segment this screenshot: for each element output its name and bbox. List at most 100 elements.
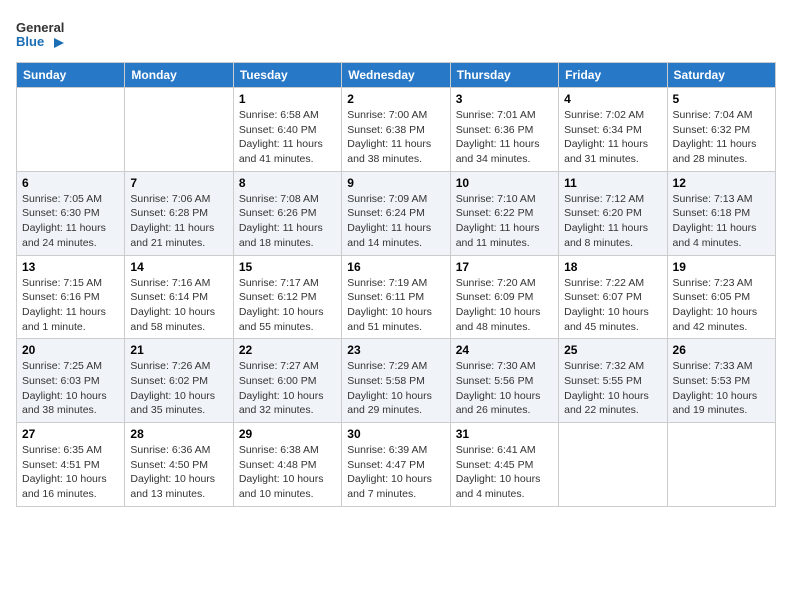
day-number: 31	[456, 427, 553, 441]
day-info: Sunrise: 7:02 AM Sunset: 6:34 PM Dayligh…	[564, 108, 661, 167]
page-header: General Blue	[16, 16, 776, 52]
day-info: Sunrise: 6:58 AM Sunset: 6:40 PM Dayligh…	[239, 108, 336, 167]
calendar-cell: 10 Sunrise: 7:10 AM Sunset: 6:22 PM Dayli…	[450, 171, 558, 255]
day-info: Sunrise: 6:41 AM Sunset: 4:45 PM Dayligh…	[456, 443, 553, 502]
day-info: Sunrise: 7:33 AM Sunset: 5:53 PM Dayligh…	[673, 359, 770, 418]
logo: General Blue	[16, 16, 64, 52]
day-number: 12	[673, 176, 770, 190]
day-info: Sunrise: 6:39 AM Sunset: 4:47 PM Dayligh…	[347, 443, 444, 502]
day-info: Sunrise: 7:00 AM Sunset: 6:38 PM Dayligh…	[347, 108, 444, 167]
day-number: 24	[456, 343, 553, 357]
day-number: 11	[564, 176, 661, 190]
day-header-monday: Monday	[125, 63, 233, 88]
day-number: 21	[130, 343, 227, 357]
day-number: 26	[673, 343, 770, 357]
day-number: 19	[673, 260, 770, 274]
day-number: 14	[130, 260, 227, 274]
calendar-cell: 16 Sunrise: 7:19 AM Sunset: 6:11 PM Dayli…	[342, 255, 450, 339]
calendar-week-4: 20 Sunrise: 7:25 AM Sunset: 6:03 PM Dayli…	[17, 339, 776, 423]
calendar: SundayMondayTuesdayWednesdayThursdayFrid…	[16, 62, 776, 507]
calendar-cell	[17, 88, 125, 172]
calendar-cell: 1 Sunrise: 6:58 AM Sunset: 6:40 PM Daylig…	[233, 88, 341, 172]
calendar-cell: 18Sunrise: 7:22 AM Sunset: 6:07 PM Dayli…	[559, 255, 667, 339]
calendar-cell: 5 Sunrise: 7:04 AM Sunset: 6:32 PM Daylig…	[667, 88, 775, 172]
calendar-cell: 27 Sunrise: 6:35 AM Sunset: 4:51 PM Dayli…	[17, 423, 125, 507]
day-info: Sunrise: 7:17 AM Sunset: 6:12 PM Dayligh…	[239, 276, 336, 335]
calendar-cell: 14Sunrise: 7:16 AM Sunset: 6:14 PM Dayli…	[125, 255, 233, 339]
day-info: Sunrise: 7:23 AM Sunset: 6:05 PM Dayligh…	[673, 276, 770, 335]
calendar-cell: 21 Sunrise: 7:26 AM Sunset: 6:02 PM Dayli…	[125, 339, 233, 423]
day-number: 16	[347, 260, 444, 274]
calendar-cell: 2 Sunrise: 7:00 AM Sunset: 6:38 PM Daylig…	[342, 88, 450, 172]
day-info: Sunrise: 7:29 AM Sunset: 5:58 PM Dayligh…	[347, 359, 444, 418]
calendar-cell: 22Sunrise: 7:27 AM Sunset: 6:00 PM Dayli…	[233, 339, 341, 423]
day-header-tuesday: Tuesday	[233, 63, 341, 88]
calendar-cell: 4 Sunrise: 7:02 AM Sunset: 6:34 PM Daylig…	[559, 88, 667, 172]
calendar-cell: 19 Sunrise: 7:23 AM Sunset: 6:05 PM Dayli…	[667, 255, 775, 339]
calendar-cell: 17 Sunrise: 7:20 AM Sunset: 6:09 PM Dayli…	[450, 255, 558, 339]
calendar-cell: 25 Sunrise: 7:32 AM Sunset: 5:55 PM Dayli…	[559, 339, 667, 423]
day-number: 13	[22, 260, 119, 274]
day-number: 25	[564, 343, 661, 357]
day-number: 8	[239, 176, 336, 190]
calendar-cell: 20 Sunrise: 7:25 AM Sunset: 6:03 PM Dayli…	[17, 339, 125, 423]
calendar-cell	[559, 423, 667, 507]
calendar-week-3: 13Sunrise: 7:15 AM Sunset: 6:16 PM Dayli…	[17, 255, 776, 339]
day-number: 1	[239, 92, 336, 106]
calendar-cell: 6Sunrise: 7:05 AM Sunset: 6:30 PM Daylig…	[17, 171, 125, 255]
day-number: 29	[239, 427, 336, 441]
day-number: 27	[22, 427, 119, 441]
day-info: Sunrise: 7:10 AM Sunset: 6:22 PM Dayligh…	[456, 192, 553, 251]
svg-text:Blue: Blue	[16, 34, 44, 49]
calendar-body: 1 Sunrise: 6:58 AM Sunset: 6:40 PM Daylig…	[17, 88, 776, 507]
day-number: 17	[456, 260, 553, 274]
calendar-cell: 28Sunrise: 6:36 AM Sunset: 4:50 PM Dayli…	[125, 423, 233, 507]
day-info: Sunrise: 7:04 AM Sunset: 6:32 PM Dayligh…	[673, 108, 770, 167]
calendar-cell: 12Sunrise: 7:13 AM Sunset: 6:18 PM Dayli…	[667, 171, 775, 255]
day-info: Sunrise: 7:25 AM Sunset: 6:03 PM Dayligh…	[22, 359, 119, 418]
day-number: 15	[239, 260, 336, 274]
calendar-cell: 23Sunrise: 7:29 AM Sunset: 5:58 PM Dayli…	[342, 339, 450, 423]
calendar-cell: 31 Sunrise: 6:41 AM Sunset: 4:45 PM Dayli…	[450, 423, 558, 507]
calendar-cell: 3 Sunrise: 7:01 AM Sunset: 6:36 PM Daylig…	[450, 88, 558, 172]
day-info: Sunrise: 7:26 AM Sunset: 6:02 PM Dayligh…	[130, 359, 227, 418]
calendar-cell: 15 Sunrise: 7:17 AM Sunset: 6:12 PM Dayli…	[233, 255, 341, 339]
day-info: Sunrise: 7:32 AM Sunset: 5:55 PM Dayligh…	[564, 359, 661, 418]
day-number: 20	[22, 343, 119, 357]
day-info: Sunrise: 7:05 AM Sunset: 6:30 PM Dayligh…	[22, 192, 119, 251]
calendar-week-2: 6Sunrise: 7:05 AM Sunset: 6:30 PM Daylig…	[17, 171, 776, 255]
day-number: 22	[239, 343, 336, 357]
day-info: Sunrise: 7:09 AM Sunset: 6:24 PM Dayligh…	[347, 192, 444, 251]
day-info: Sunrise: 7:06 AM Sunset: 6:28 PM Dayligh…	[130, 192, 227, 251]
day-number: 18	[564, 260, 661, 274]
day-number: 2	[347, 92, 444, 106]
calendar-week-5: 27 Sunrise: 6:35 AM Sunset: 4:51 PM Dayli…	[17, 423, 776, 507]
day-info: Sunrise: 6:36 AM Sunset: 4:50 PM Dayligh…	[130, 443, 227, 502]
day-info: Sunrise: 7:30 AM Sunset: 5:56 PM Dayligh…	[456, 359, 553, 418]
calendar-cell: 8 Sunrise: 7:08 AM Sunset: 6:26 PM Daylig…	[233, 171, 341, 255]
calendar-cell: 9Sunrise: 7:09 AM Sunset: 6:24 PM Daylig…	[342, 171, 450, 255]
calendar-cell: 29 Sunrise: 6:38 AM Sunset: 4:48 PM Dayli…	[233, 423, 341, 507]
day-info: Sunrise: 7:19 AM Sunset: 6:11 PM Dayligh…	[347, 276, 444, 335]
day-header-friday: Friday	[559, 63, 667, 88]
day-header-sunday: Sunday	[17, 63, 125, 88]
day-number: 7	[130, 176, 227, 190]
day-info: Sunrise: 6:38 AM Sunset: 4:48 PM Dayligh…	[239, 443, 336, 502]
calendar-cell: 26 Sunrise: 7:33 AM Sunset: 5:53 PM Dayli…	[667, 339, 775, 423]
calendar-cell: 30Sunrise: 6:39 AM Sunset: 4:47 PM Dayli…	[342, 423, 450, 507]
day-number: 5	[673, 92, 770, 106]
day-number: 10	[456, 176, 553, 190]
day-info: Sunrise: 7:20 AM Sunset: 6:09 PM Dayligh…	[456, 276, 553, 335]
svg-text:General: General	[16, 20, 64, 35]
calendar-cell: 13Sunrise: 7:15 AM Sunset: 6:16 PM Dayli…	[17, 255, 125, 339]
day-number: 4	[564, 92, 661, 106]
calendar-cell: 7 Sunrise: 7:06 AM Sunset: 6:28 PM Daylig…	[125, 171, 233, 255]
day-info: Sunrise: 7:01 AM Sunset: 6:36 PM Dayligh…	[456, 108, 553, 167]
calendar-week-1: 1 Sunrise: 6:58 AM Sunset: 6:40 PM Daylig…	[17, 88, 776, 172]
day-number: 3	[456, 92, 553, 106]
day-info: Sunrise: 7:08 AM Sunset: 6:26 PM Dayligh…	[239, 192, 336, 251]
day-header-wednesday: Wednesday	[342, 63, 450, 88]
calendar-cell	[125, 88, 233, 172]
day-info: Sunrise: 6:35 AM Sunset: 4:51 PM Dayligh…	[22, 443, 119, 502]
day-header-saturday: Saturday	[667, 63, 775, 88]
